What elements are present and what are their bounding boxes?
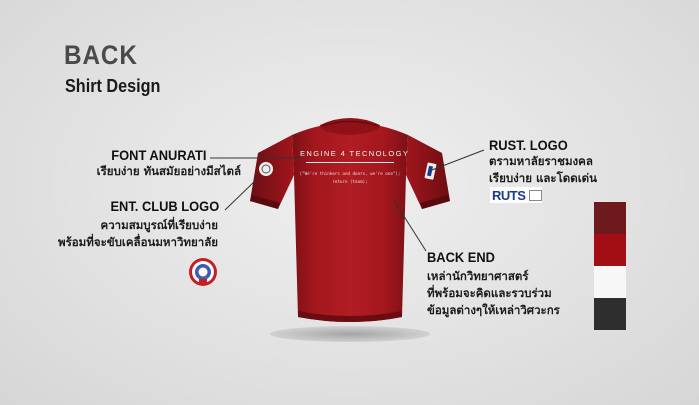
palette-swatch-red: [594, 234, 626, 266]
font-heading: FONT ANURATI: [110, 147, 206, 163]
ruts-logo: RUTS: [490, 187, 542, 203]
rust-logo-desc-line-2: เรียบง่าย และโดดเด่น: [489, 171, 597, 185]
back-end-desc-line-2: ที่พร้อมจะคิดและรวบร่วม: [427, 286, 552, 300]
back-end-connector: [392, 198, 427, 252]
rust-logo-heading: RUST. LOGO: [489, 137, 568, 153]
rust-logo-desc-line-1: ตรามหาลัยราชมงคล: [489, 154, 593, 168]
ent-logo-connector: [224, 177, 259, 211]
font-desc-line-1: เรียบง่าย ทันสมัยอย่างมีสไตล์: [96, 164, 241, 178]
back-end-desc-line-3: ข้อมูลต่างๆให้เหล่าวิศวะกร: [427, 303, 560, 317]
palette-swatch-dark-red: [594, 202, 626, 234]
palette-swatch-charcoal: [594, 298, 626, 330]
palette-swatch-white: [594, 266, 626, 298]
back-end-desc-line-1: เหล่านักวิทยาศาสตร์: [427, 269, 529, 283]
ent-club-logo-icon: [189, 258, 217, 286]
ent-logo-desc-line-2: พร้อมที่จะขับเคลื่อนมหาวิทยาลัย: [58, 235, 218, 249]
ruts-logo-text: RUTS: [492, 187, 526, 203]
ent-logo-heading: ENT. CLUB LOGO: [110, 198, 219, 214]
back-end-heading: BACK END: [427, 249, 495, 265]
ent-logo-desc-line-1: ความสมบูรณ์ที่เรียบง่าย: [100, 218, 218, 232]
rust-logo-connector: [431, 149, 485, 171]
ruts-logo-mark: [529, 189, 542, 201]
